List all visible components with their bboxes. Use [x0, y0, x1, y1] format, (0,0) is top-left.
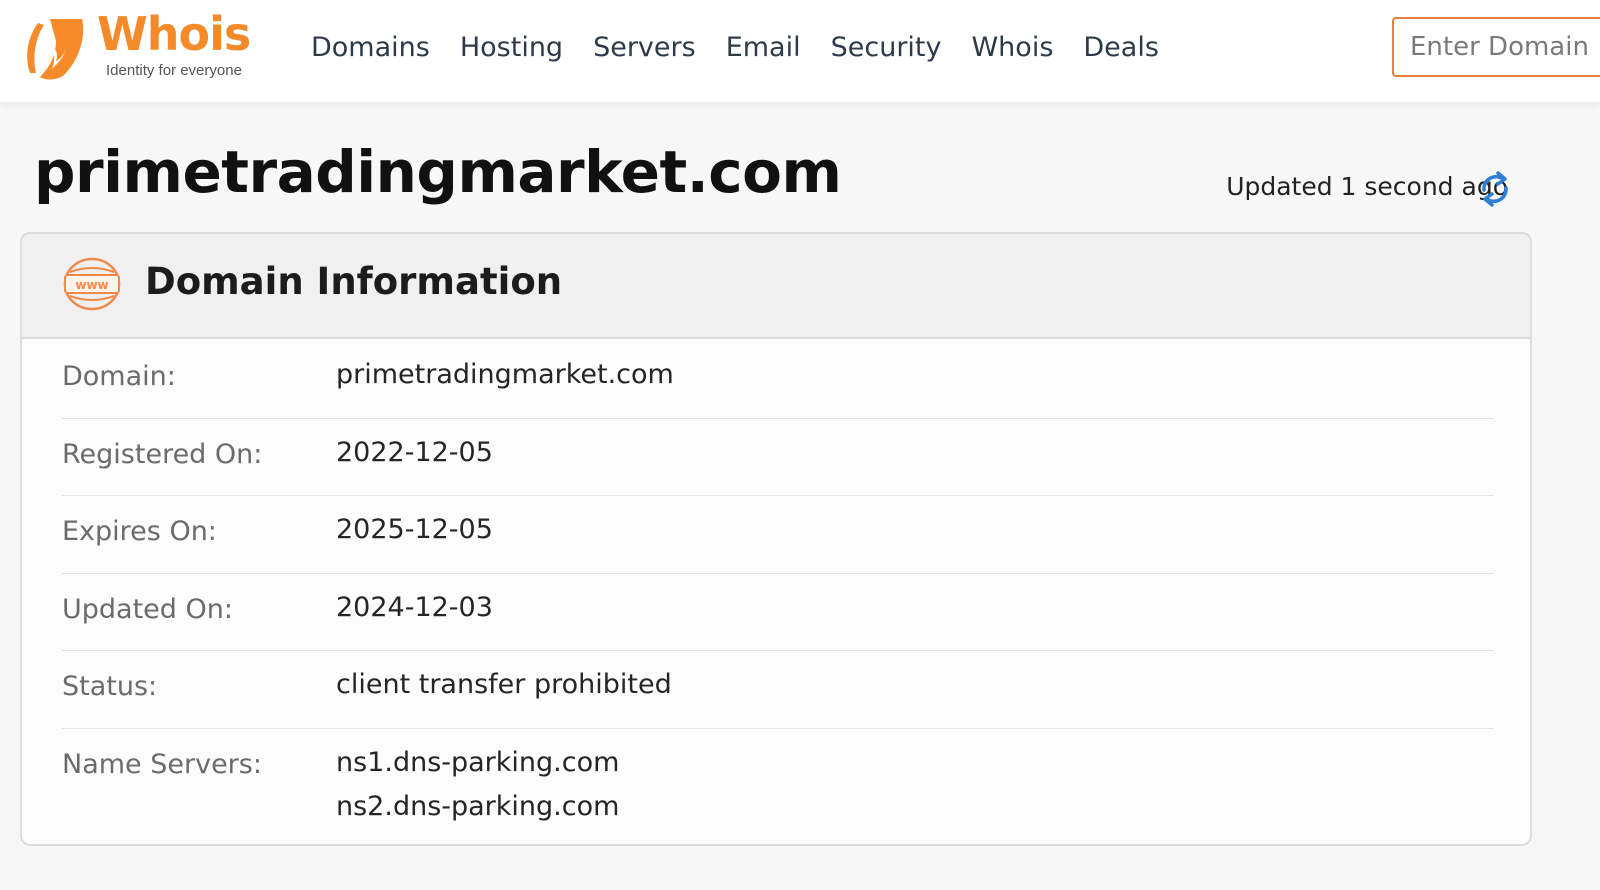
domain-search-box — [1392, 17, 1600, 77]
nav-domains[interactable]: Domains — [296, 26, 445, 70]
row-value: primetradingmarket.com — [336, 353, 674, 397]
row-label: Expires On: — [62, 516, 217, 547]
nav-security[interactable]: Security — [816, 26, 957, 70]
info-row-domain: Domain: primetradingmarket.com — [62, 341, 1494, 419]
domain-search-input[interactable] — [1394, 19, 1600, 75]
row-value: ns1.dns-parking.com ns2.dns-parking.com — [336, 741, 619, 829]
domain-value: primetradingmarket.com — [336, 359, 674, 390]
www-icon: www — [63, 257, 121, 311]
registered-value: 2022-12-05 — [336, 436, 493, 468]
row-value: 2025-12-05 — [336, 508, 493, 552]
svg-text:www: www — [75, 278, 108, 292]
info-row-expires: Expires On: 2025-12-05 — [62, 496, 1494, 574]
logo-tagline: Identity for everyone — [106, 62, 242, 79]
card-title: Domain Information — [145, 260, 563, 303]
info-row-status: Status: client transfer prohibited — [62, 651, 1494, 729]
nav-deals[interactable]: Deals — [1068, 26, 1174, 70]
updated-timestamp: Updated 1 second ago — [1226, 172, 1508, 201]
row-label: Status: — [62, 671, 158, 702]
info-row-updated: Updated On: 2024-12-03 — [62, 574, 1494, 651]
nav-email[interactable]: Email — [711, 26, 816, 70]
page-title: primetradingmarket.com — [34, 138, 842, 206]
row-label: Registered On: — [62, 438, 263, 470]
updated-value: 2024-12-03 — [336, 591, 493, 623]
nav-whois[interactable]: Whois — [956, 26, 1068, 70]
row-value: 2022-12-05 — [336, 431, 493, 475]
card-header: www Domain Information — [22, 234, 1530, 339]
status-value: client transfer prohibited — [336, 669, 672, 700]
row-value: 2024-12-03 — [336, 586, 493, 630]
row-value: client transfer prohibited — [336, 663, 672, 707]
name-server-2: ns2.dns-parking.com — [336, 790, 620, 822]
info-row-name-servers: Name Servers: ns1.dns-parking.com ns2.dn… — [62, 729, 1494, 845]
site-header: Whois Identity for everyone Domains Host… — [0, 0, 1600, 103]
whois-logo[interactable]: Whois Identity for everyone — [20, 11, 265, 85]
logo-mark-icon — [27, 19, 84, 80]
main-nav: Domains Hosting Servers Email Security W… — [296, 26, 1174, 70]
refresh-icon[interactable] — [1478, 170, 1512, 208]
domain-information-card: www Domain Information Domain: primetrad… — [20, 232, 1532, 846]
domain-info-table: Domain: primetradingmarket.com Registere… — [62, 341, 1494, 845]
row-label: Updated On: — [62, 593, 233, 625]
nav-hosting[interactable]: Hosting — [445, 26, 578, 70]
info-row-registered: Registered On: 2022-12-05 — [62, 419, 1494, 496]
nav-servers[interactable]: Servers — [578, 26, 711, 70]
logo-wordmark: Whois — [97, 7, 251, 61]
expires-value: 2025-12-05 — [336, 514, 493, 545]
name-server-1: ns1.dns-parking.com — [336, 746, 620, 778]
row-label: Domain: — [62, 361, 176, 392]
row-label: Name Servers: — [62, 748, 262, 780]
